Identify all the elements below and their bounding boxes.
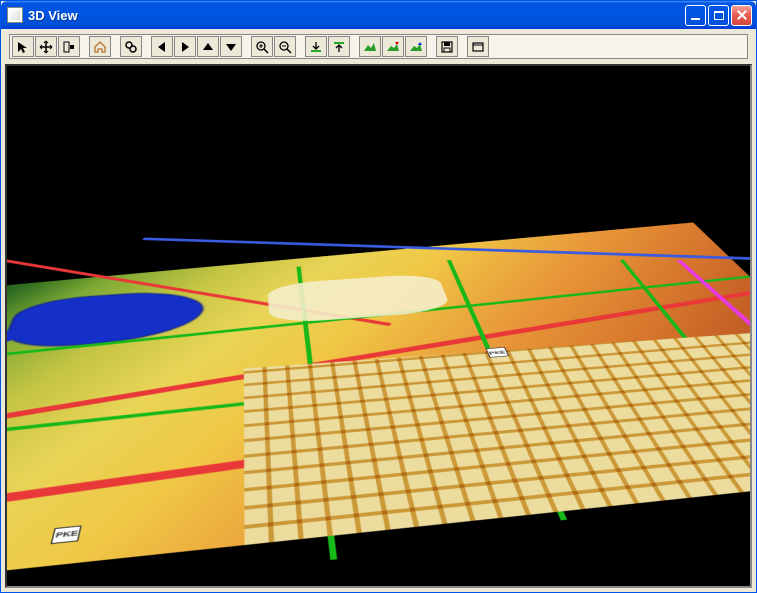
nav-left[interactable] [151,36,173,57]
home-view-icon [93,40,107,54]
titlebar[interactable]: 3D View [1,1,756,29]
properties-icon [471,40,485,54]
zoom-out[interactable] [274,36,296,57]
close-icon [736,9,748,21]
rotate-up[interactable] [328,36,350,57]
select-tool[interactable] [12,36,34,57]
minimize-icon [691,18,700,20]
nav-down-icon [224,40,238,54]
save-view[interactable] [436,36,458,57]
route-shield: PKE [51,525,82,544]
pan-tool-icon [39,40,53,54]
rotate-down-icon [309,40,323,54]
terrain-exag-down-icon [386,40,400,54]
app-window: 3D View 40 PKE PKE [0,0,757,593]
3d-viewport[interactable]: 40 PKE PKE [5,64,752,588]
terrain-green-icon [363,40,377,54]
nav-right[interactable] [174,36,196,57]
terrain-exag-up[interactable] [405,36,427,57]
nav-up-icon [201,40,215,54]
route-shield: PKE [485,347,509,358]
find-tool-icon [124,40,138,54]
nav-right-icon [178,40,192,54]
minimize-button[interactable] [685,5,706,26]
maximize-icon [714,11,724,20]
toolbar-area [1,29,756,64]
terrain-surface: 40 PKE PKE [5,222,752,588]
close-button[interactable] [731,5,752,26]
measure-tool[interactable] [58,36,80,57]
save-view-icon [440,40,454,54]
zoom-in[interactable] [251,36,273,57]
properties[interactable] [467,36,489,57]
measure-tool-icon [62,40,76,54]
pan-tool[interactable] [35,36,57,57]
maximize-button[interactable] [708,5,729,26]
rotate-up-icon [332,40,346,54]
toolbar [9,34,748,59]
select-tool-icon [16,40,30,54]
terrain-exag-down[interactable] [382,36,404,57]
rotate-down[interactable] [305,36,327,57]
home-view[interactable] [89,36,111,57]
app-icon [7,7,23,23]
nav-left-icon [155,40,169,54]
terrain-exag-up-icon [409,40,423,54]
window-title: 3D View [28,8,685,23]
nav-down[interactable] [220,36,242,57]
zoom-in-icon [255,40,269,54]
find-tool[interactable] [120,36,142,57]
nav-up[interactable] [197,36,219,57]
terrain-green[interactable] [359,36,381,57]
zoom-out-icon [278,40,292,54]
window-controls [685,5,752,26]
